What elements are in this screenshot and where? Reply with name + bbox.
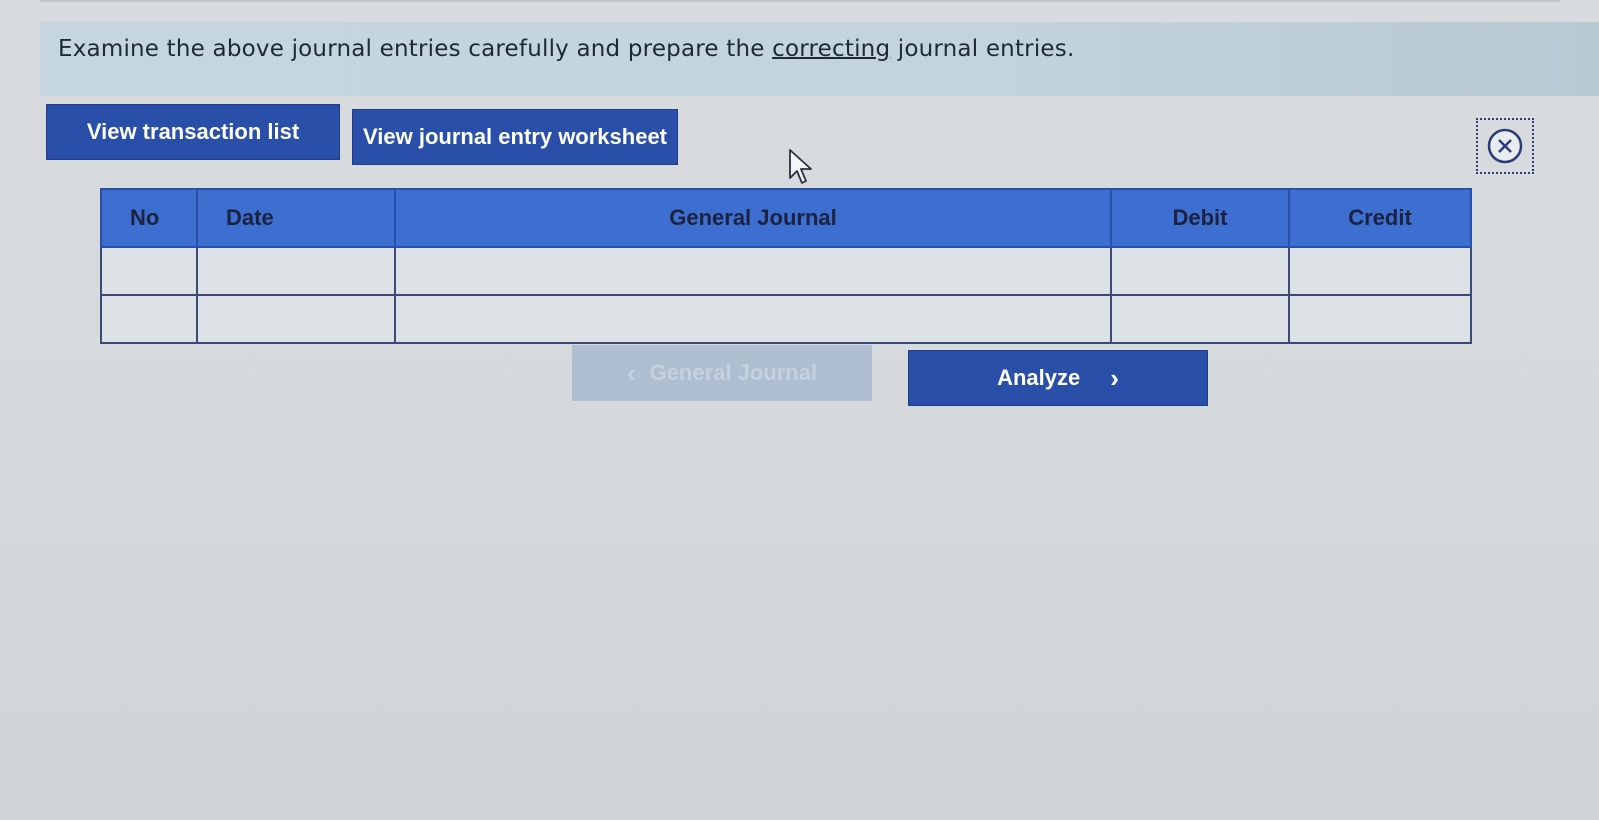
cell-no [100,246,198,296]
column-header-date: Date [196,188,396,248]
cell-general-journal[interactable] [394,294,1112,344]
column-header-general-journal: General Journal [394,188,1112,248]
cell-general-journal[interactable] [394,246,1112,296]
cell-credit[interactable] [1288,294,1472,344]
instruction-text-start: Examine the above journal entries carefu… [58,36,773,62]
instruction-text: Examine the above journal entries carefu… [58,36,1074,62]
instruction-bar: Examine the above journal entries carefu… [40,22,1599,96]
analyze-label: Analyze [997,365,1081,390]
view-transaction-list-button[interactable]: View transaction list [46,104,340,160]
journal-table: No Date General Journal Debit Credit [100,188,1472,344]
cell-no [100,294,198,344]
analyze-next-button[interactable]: Analyze › [908,350,1208,406]
instruction-text-end: journal entries. [890,36,1075,62]
chevron-right-icon: › [1110,363,1119,393]
general-journal-prev-label: General Journal [649,360,818,385]
column-header-debit: Debit [1110,188,1290,248]
view-journal-entry-worksheet-label: View journal entry worksheet [362,124,668,149]
close-circle-icon [1487,128,1523,164]
cell-debit[interactable] [1110,246,1290,296]
cell-debit[interactable] [1110,294,1290,344]
column-header-credit: Credit [1288,188,1472,248]
column-header-no: No [100,188,198,248]
close-button[interactable] [1476,118,1534,174]
mouse-pointer-icon [789,149,812,184]
instruction-emphasis: correcting [772,36,891,62]
cell-credit[interactable] [1288,246,1472,296]
view-transaction-list-label: View transaction list [86,119,300,144]
top-divider [40,0,1560,8]
cell-date[interactable] [196,246,396,296]
general-journal-prev-button[interactable]: ‹ General Journal [572,345,872,401]
view-journal-entry-worksheet-button[interactable]: View journal entry worksheet [352,109,678,165]
cell-date[interactable] [196,294,396,344]
table-row [100,246,1472,296]
table-header-row: No Date General Journal Debit Credit [100,188,1472,248]
chevron-left-icon: ‹ [626,358,636,388]
table-row [100,294,1472,344]
